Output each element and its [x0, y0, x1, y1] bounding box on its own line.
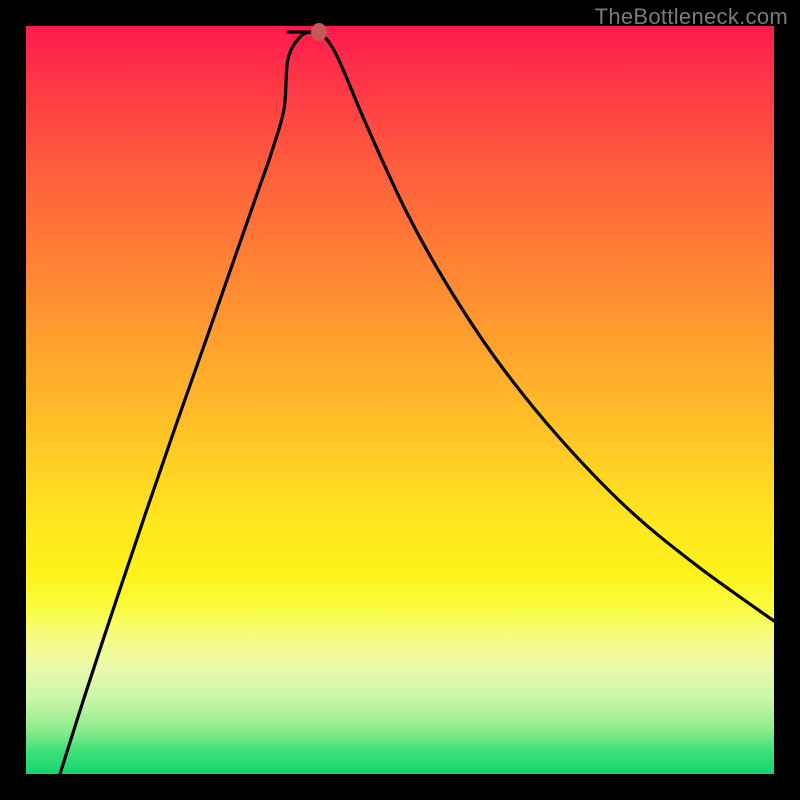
plot-area	[26, 26, 774, 774]
optimum-marker	[311, 23, 327, 41]
chart-frame: TheBottleneck.com	[0, 0, 800, 800]
bottleneck-curve	[26, 26, 774, 774]
